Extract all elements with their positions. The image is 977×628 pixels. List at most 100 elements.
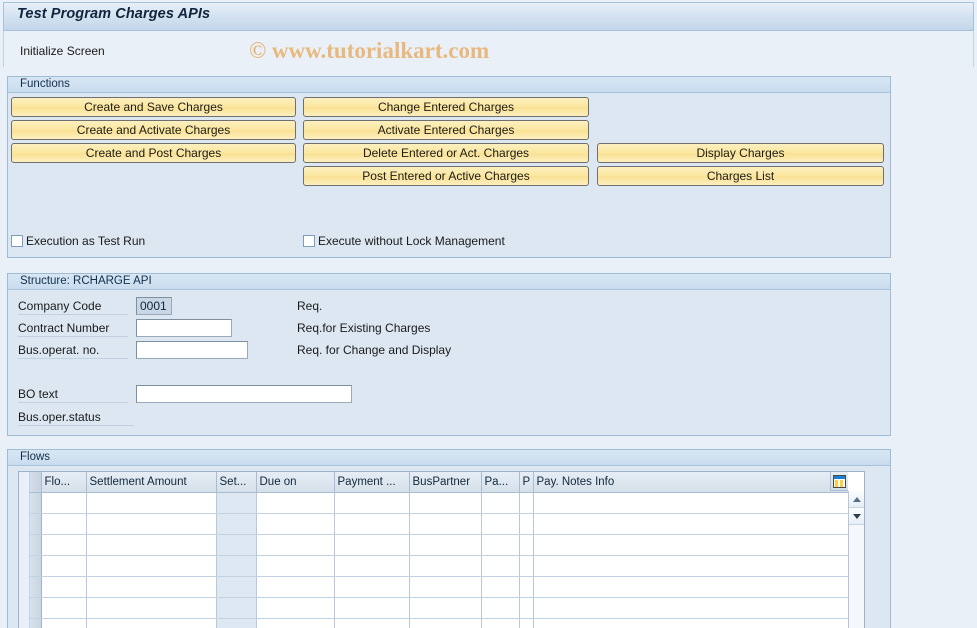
column-header[interactable]: P [519, 472, 534, 493]
table-cell[interactable] [256, 576, 335, 598]
row-selector-cell[interactable] [30, 513, 42, 535]
table-cell[interactable] [533, 534, 848, 556]
table-cell[interactable] [334, 513, 410, 535]
create-and-save-charges-button[interactable]: Create and Save Charges [11, 97, 296, 117]
table-cell[interactable] [216, 618, 257, 628]
row-selector-cell[interactable] [30, 492, 42, 514]
table-cell[interactable] [409, 597, 482, 619]
table-cell[interactable] [533, 555, 848, 577]
table-cell[interactable] [256, 534, 335, 556]
table-row[interactable] [30, 492, 848, 514]
row-selector-cell[interactable] [30, 597, 42, 619]
scroll-down-button[interactable] [849, 508, 864, 525]
table-cell[interactable] [533, 513, 848, 535]
table-cell[interactable] [481, 492, 520, 514]
table-cell[interactable] [216, 555, 257, 577]
column-header[interactable]: Due on [256, 472, 335, 493]
table-cell[interactable] [86, 513, 217, 535]
table-cell[interactable] [41, 492, 87, 514]
table-cell[interactable] [334, 492, 410, 514]
table-cell[interactable] [41, 534, 87, 556]
flows-table-scrollbar[interactable] [848, 491, 864, 628]
table-cell[interactable] [334, 618, 410, 628]
row-selector-cell[interactable] [30, 555, 42, 577]
table-row[interactable] [30, 618, 848, 628]
contract-number-input[interactable] [136, 319, 232, 337]
table-cell[interactable] [481, 555, 520, 577]
table-cell[interactable] [41, 513, 87, 535]
table-settings-button[interactable] [830, 472, 848, 491]
table-cell[interactable] [519, 534, 534, 556]
table-cell[interactable] [41, 597, 87, 619]
column-header[interactable]: Pay. Notes Info [533, 472, 848, 493]
table-cell[interactable] [519, 597, 534, 619]
change-entered-charges-button[interactable]: Change Entered Charges [303, 97, 589, 117]
create-and-activate-charges-button[interactable]: Create and Activate Charges [11, 120, 296, 140]
create-and-post-charges-button[interactable]: Create and Post Charges [11, 143, 296, 163]
bus-operat-no-input[interactable] [136, 341, 248, 359]
table-cell[interactable] [216, 513, 257, 535]
table-cell[interactable] [533, 618, 848, 628]
table-cell[interactable] [409, 492, 482, 514]
table-cell[interactable] [409, 555, 482, 577]
table-cell[interactable] [481, 534, 520, 556]
table-row[interactable] [30, 555, 848, 577]
table-cell[interactable] [41, 576, 87, 598]
table-cell[interactable] [409, 576, 482, 598]
execution-as-test-run-checkbox-row[interactable]: Execution as Test Run [11, 233, 145, 249]
table-cell[interactable] [409, 534, 482, 556]
table-row[interactable] [30, 576, 848, 598]
table-cell[interactable] [409, 618, 482, 628]
table-cell[interactable] [216, 597, 257, 619]
company-code-input[interactable] [136, 297, 172, 315]
table-cell[interactable] [334, 555, 410, 577]
table-cell[interactable] [41, 618, 87, 628]
select-all-rows-header[interactable] [30, 472, 42, 493]
execute-without-lock-management-checkbox-row[interactable]: Execute without Lock Management [303, 233, 505, 249]
table-cell[interactable] [519, 492, 534, 514]
table-cell[interactable] [519, 555, 534, 577]
delete-entered-or-act-charges-button[interactable]: Delete Entered or Act. Charges [303, 143, 589, 163]
table-cell[interactable] [86, 618, 217, 628]
table-cell[interactable] [481, 513, 520, 535]
table-cell[interactable] [334, 534, 410, 556]
table-cell[interactable] [216, 576, 257, 598]
charges-list-button[interactable]: Charges List [597, 166, 884, 186]
table-row[interactable] [30, 534, 848, 556]
table-cell[interactable] [256, 597, 335, 619]
table-cell[interactable] [216, 492, 257, 514]
row-selector-cell[interactable] [30, 534, 42, 556]
table-cell[interactable] [86, 555, 217, 577]
post-entered-or-active-charges-button[interactable]: Post Entered or Active Charges [303, 166, 589, 186]
table-row[interactable] [30, 597, 848, 619]
row-selector-cell[interactable] [30, 576, 42, 598]
table-cell[interactable] [519, 576, 534, 598]
table-cell[interactable] [41, 555, 87, 577]
column-header[interactable]: Set... [216, 472, 257, 493]
table-cell[interactable] [519, 618, 534, 628]
table-cell[interactable] [256, 513, 335, 535]
table-cell[interactable] [334, 597, 410, 619]
table-cell[interactable] [86, 534, 217, 556]
column-header[interactable]: BusPartner [409, 472, 482, 493]
table-cell[interactable] [256, 555, 335, 577]
column-header[interactable]: Settlement Amount [86, 472, 217, 493]
scroll-up-button[interactable] [849, 491, 864, 508]
table-cell[interactable] [334, 576, 410, 598]
column-header[interactable]: Payment ... [334, 472, 410, 493]
display-charges-button[interactable]: Display Charges [597, 143, 884, 163]
table-cell[interactable] [519, 513, 534, 535]
column-header[interactable]: Pa... [481, 472, 520, 493]
table-cell[interactable] [86, 492, 217, 514]
table-cell[interactable] [481, 618, 520, 628]
table-cell[interactable] [533, 492, 848, 514]
activate-entered-charges-button[interactable]: Activate Entered Charges [303, 120, 589, 140]
table-cell[interactable] [409, 513, 482, 535]
bo-text-input[interactable] [136, 385, 352, 403]
table-cell[interactable] [481, 576, 520, 598]
table-cell[interactable] [86, 576, 217, 598]
table-cell[interactable] [481, 597, 520, 619]
execution-as-test-run-checkbox[interactable] [11, 235, 23, 247]
column-header[interactable]: Flo... [41, 472, 87, 493]
table-cell[interactable] [256, 492, 335, 514]
